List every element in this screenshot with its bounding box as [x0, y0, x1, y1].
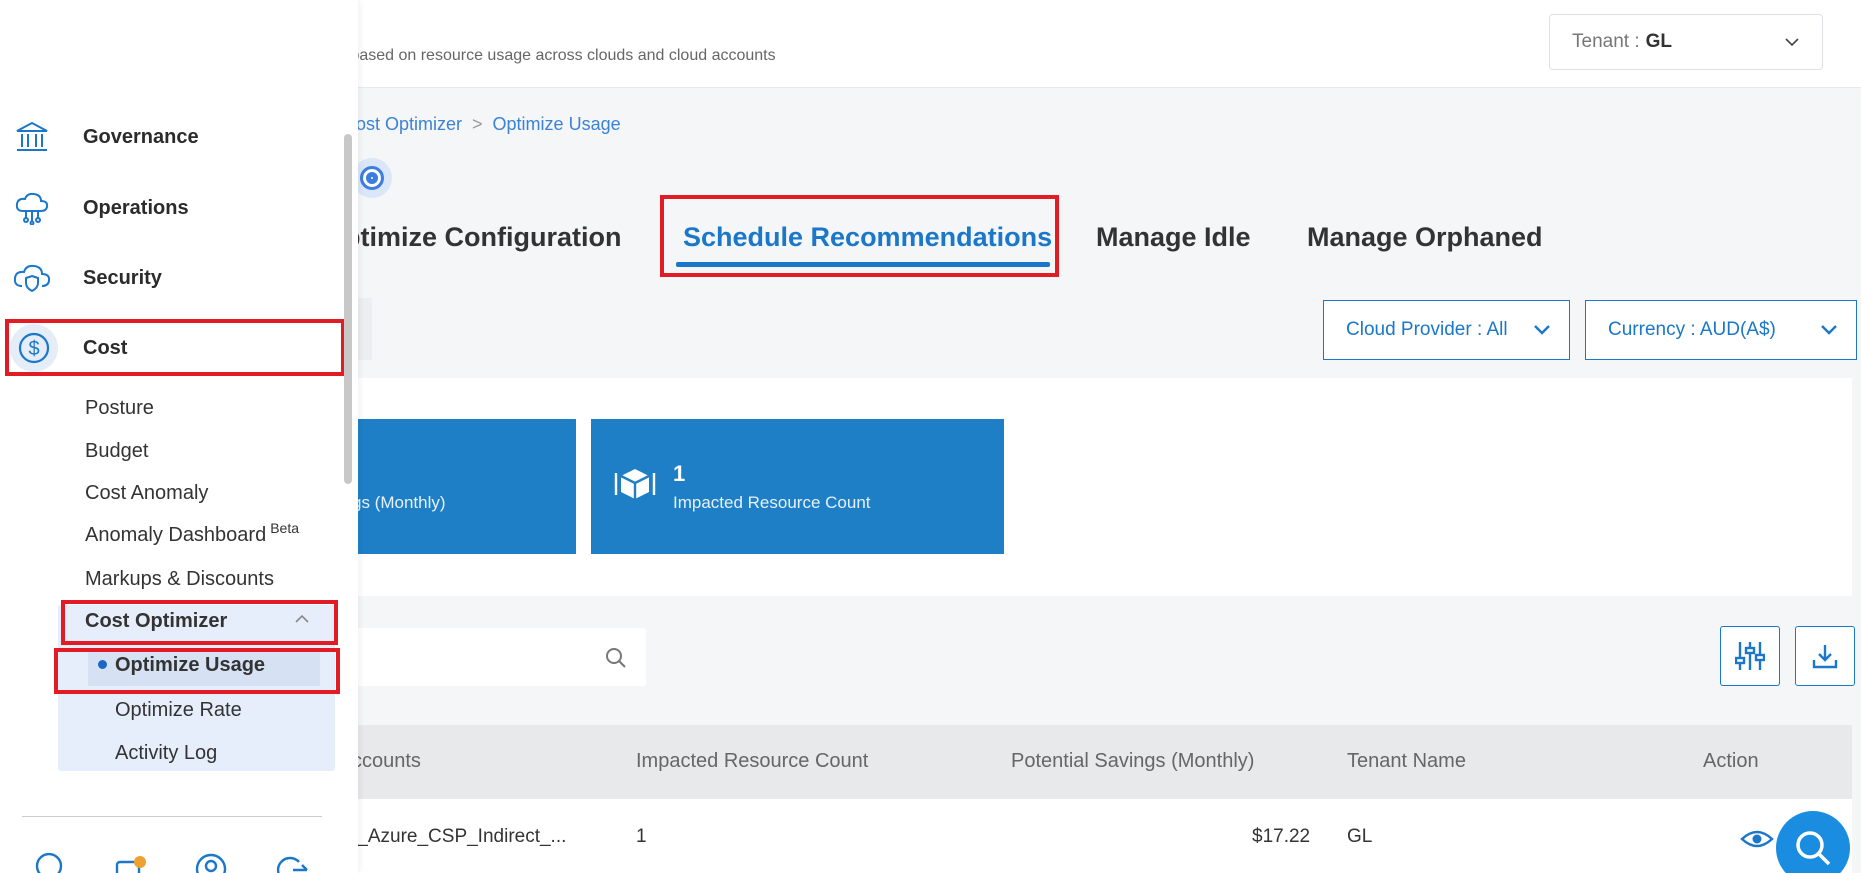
sidebar-subitem-optimize-rate[interactable]: Optimize Rate	[115, 699, 242, 722]
cell-potential-savings: $17.22	[1252, 826, 1311, 847]
impacted-resource-label: Impacted Resource Count	[673, 493, 871, 512]
sidebar-scrollbar[interactable]	[344, 134, 352, 484]
search-icon	[1796, 831, 1831, 866]
sidebar-divider	[22, 816, 322, 817]
breadcrumb-cost-optimizer[interactable]: ost Optimizer	[356, 114, 462, 135]
highlight-box-cost-optimizer	[61, 600, 338, 645]
sidebar-item-label: Operations	[83, 196, 189, 219]
tab-manage-orphaned[interactable]: Manage Orphaned	[1307, 222, 1543, 253]
sidebar-subitem-anomaly-dashboard[interactable]: Anomaly Dashboard Beta	[85, 520, 299, 547]
download-button[interactable]	[1795, 626, 1855, 686]
potential-savings-label: gs (Monthly)	[352, 493, 446, 512]
column-settings-button[interactable]	[1720, 626, 1780, 686]
refresh-icon[interactable]	[32, 852, 66, 873]
tenant-selector[interactable]: Tenant : GL	[1549, 14, 1823, 70]
notification-icon[interactable]	[113, 852, 147, 873]
header-impacted-resource-count[interactable]: Impacted Resource Count	[636, 750, 868, 773]
sidebar-item-label: Governance	[83, 125, 199, 148]
sidebar-subitem-activity-log[interactable]: Activity Log	[115, 742, 217, 765]
sidebar-subitem-posture[interactable]: Posture	[85, 397, 154, 420]
cube-icon	[614, 469, 656, 499]
sidebar-subitem-budget[interactable]: Budget	[85, 440, 148, 463]
bank-icon	[13, 118, 51, 156]
header-tenant-name[interactable]: Tenant Name	[1347, 750, 1466, 773]
breadcrumb-optimize-usage[interactable]: Optimize Usage	[493, 114, 621, 135]
search-icon	[606, 648, 626, 668]
chevron-down-icon	[1821, 325, 1837, 335]
anomaly-dashboard-label: Anomaly Dashboard	[85, 524, 267, 546]
sidebar-item-governance[interactable]: Governance	[0, 109, 358, 165]
header-potential-savings[interactable]: Potential Savings (Monthly)	[1011, 750, 1254, 773]
cell-account: t_Azure_CSP_Indirect_...	[352, 826, 567, 847]
search-input[interactable]	[352, 628, 646, 686]
highlight-box-optimize-usage	[54, 648, 340, 694]
cloud-shield-icon	[13, 259, 51, 297]
chevron-down-icon	[1534, 325, 1550, 335]
header-accounts[interactable]: ccounts	[352, 750, 421, 773]
impacted-resource-card: 1 Impacted Resource Count	[591, 419, 1004, 554]
sidebar-item-operations[interactable]: Operations	[0, 180, 358, 236]
highlight-box-cost	[5, 319, 345, 376]
impacted-resource-value: 1	[673, 461, 686, 486]
breadcrumb-separator-icon: >	[472, 114, 483, 134]
tab-manage-idle[interactable]: Manage Idle	[1096, 222, 1251, 253]
download-icon	[1812, 645, 1838, 669]
cell-resource-count: 1	[636, 826, 647, 847]
highlight-box-tab	[660, 195, 1059, 277]
summary-panel	[352, 378, 1852, 596]
cloud-provider-dropdown[interactable]: Cloud Provider : All	[1323, 300, 1570, 360]
table-header: ccounts Impacted Resource Count Potentia…	[352, 725, 1852, 799]
sidebar-subitem-markups-discounts[interactable]: Markups & Discounts	[85, 568, 274, 591]
header-action: Action	[1703, 750, 1759, 772]
tenant-value: GL	[1645, 31, 1672, 52]
sidebar-subitem-cost-anomaly[interactable]: Cost Anomaly	[85, 482, 208, 505]
cloud-network-icon	[13, 189, 51, 227]
currency-dropdown[interactable]: Currency : AUD(A$)	[1585, 300, 1857, 360]
sidebar-item-label: Security	[83, 266, 162, 289]
beta-badge: Beta	[270, 520, 300, 536]
sidebar: Governance Operations Security $ Cost Po…	[0, 0, 358, 873]
potential-savings-card: gs (Monthly)	[352, 419, 576, 554]
breadcrumb: ost Optimizer > Optimize Usage	[356, 114, 621, 135]
currency-label: Currency : AUD(A$)	[1608, 319, 1776, 340]
tenant-label: Tenant :	[1572, 31, 1640, 52]
cloud-provider-label: Cloud Provider : All	[1346, 319, 1508, 340]
logout-icon[interactable]	[275, 852, 309, 873]
eye-icon[interactable]	[1740, 829, 1774, 849]
page-subtitle: s based on resource usage across clouds …	[338, 47, 776, 64]
step-indicator-icon	[352, 158, 392, 198]
table-row: t_Azure_CSP_Indirect_... 1 $17.22 GL	[352, 799, 1852, 873]
tab-optimize-configuration[interactable]: ptimize Configuration	[344, 222, 621, 253]
sliders-icon	[1735, 642, 1765, 670]
user-icon[interactable]	[194, 852, 228, 873]
cell-tenant: GL	[1347, 826, 1373, 847]
sidebar-item-security[interactable]: Security	[0, 250, 358, 306]
chevron-down-icon	[1785, 38, 1799, 47]
